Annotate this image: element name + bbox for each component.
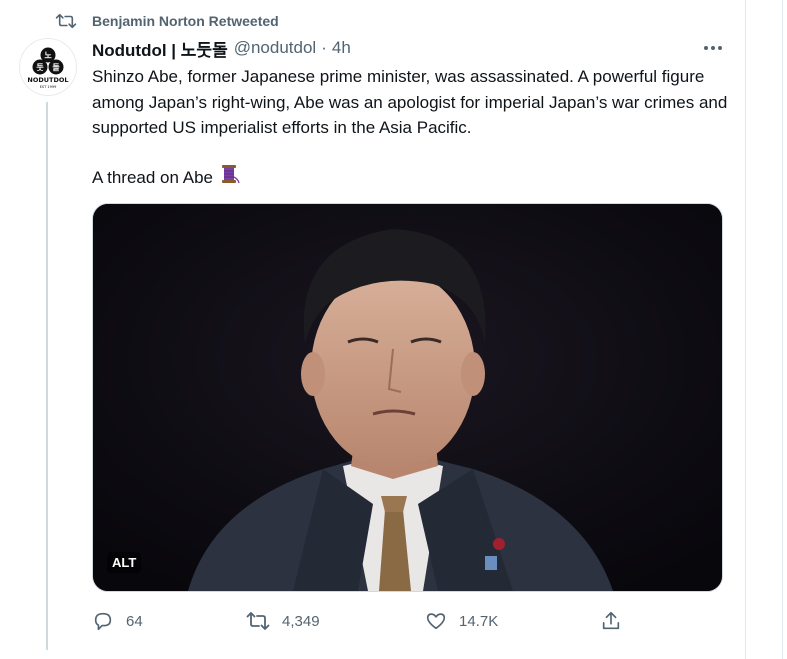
retweet-icon bbox=[246, 612, 270, 630]
thread-spool-icon bbox=[219, 163, 241, 192]
tweet-text: Shinzo Abe, former Japanese prime minist… bbox=[92, 64, 732, 141]
author-handle[interactable]: @nodutdol bbox=[234, 38, 317, 58]
retweet-context-text[interactable]: Benjamin Norton Retweeted bbox=[92, 13, 279, 29]
sidebar-divider bbox=[782, 0, 783, 659]
avatar-glyph-3: 돌 bbox=[52, 63, 60, 72]
header-separator: · bbox=[321, 38, 327, 57]
tweet-timestamp[interactable]: 4h bbox=[332, 38, 351, 58]
tweet-actions-bar: 64 4,349 14.7K bbox=[92, 606, 632, 636]
thread-connector-line bbox=[46, 102, 48, 650]
heart-icon bbox=[426, 613, 446, 630]
reply-count: 64 bbox=[126, 612, 143, 630]
tweet-paragraph-1: Shinzo Abe, former Japanese prime minist… bbox=[92, 67, 728, 137]
tweet-card[interactable]: Benjamin Norton Retweeted 노 둣 돌 NODUTDOL… bbox=[0, 0, 746, 659]
like-button[interactable]: 14.7K bbox=[425, 606, 498, 636]
avatar[interactable]: 노 둣 돌 NODUTDOL EST 1999 bbox=[19, 38, 77, 96]
tweet-paragraph-2-row: A thread on Abe bbox=[92, 163, 241, 192]
retweet-button[interactable]: 4,349 bbox=[246, 606, 320, 636]
avatar-glyph-2: 둣 bbox=[36, 63, 44, 72]
alt-text-button[interactable]: ALT bbox=[107, 552, 142, 573]
more-icon bbox=[704, 46, 722, 50]
tweet-paragraph-2: A thread on Abe bbox=[92, 168, 213, 187]
sidebar-edge bbox=[746, 0, 787, 659]
reply-icon bbox=[94, 612, 112, 631]
tweet-header: Nodutdol | 노둣돌 @nodutdol · 4h bbox=[92, 36, 351, 61]
avatar-est-text: EST 1999 bbox=[40, 85, 57, 89]
author-display-name[interactable]: Nodutdol | 노둣돌 bbox=[92, 36, 228, 61]
like-count: 14.7K bbox=[459, 612, 499, 630]
photo-portrait-image bbox=[93, 204, 722, 591]
retweet-count: 4,349 bbox=[282, 612, 320, 630]
avatar-glyph-1: 노 bbox=[44, 51, 52, 60]
retweet-icon bbox=[55, 12, 77, 30]
share-button[interactable] bbox=[600, 606, 622, 636]
reply-button[interactable]: 64 bbox=[92, 606, 143, 636]
more-options-button[interactable] bbox=[699, 38, 727, 58]
avatar-brand-text: NODUTDOL bbox=[27, 76, 68, 84]
share-icon bbox=[602, 611, 620, 630]
retweet-context: Benjamin Norton Retweeted bbox=[55, 11, 279, 31]
tweet-photo[interactable]: ALT bbox=[92, 203, 723, 592]
